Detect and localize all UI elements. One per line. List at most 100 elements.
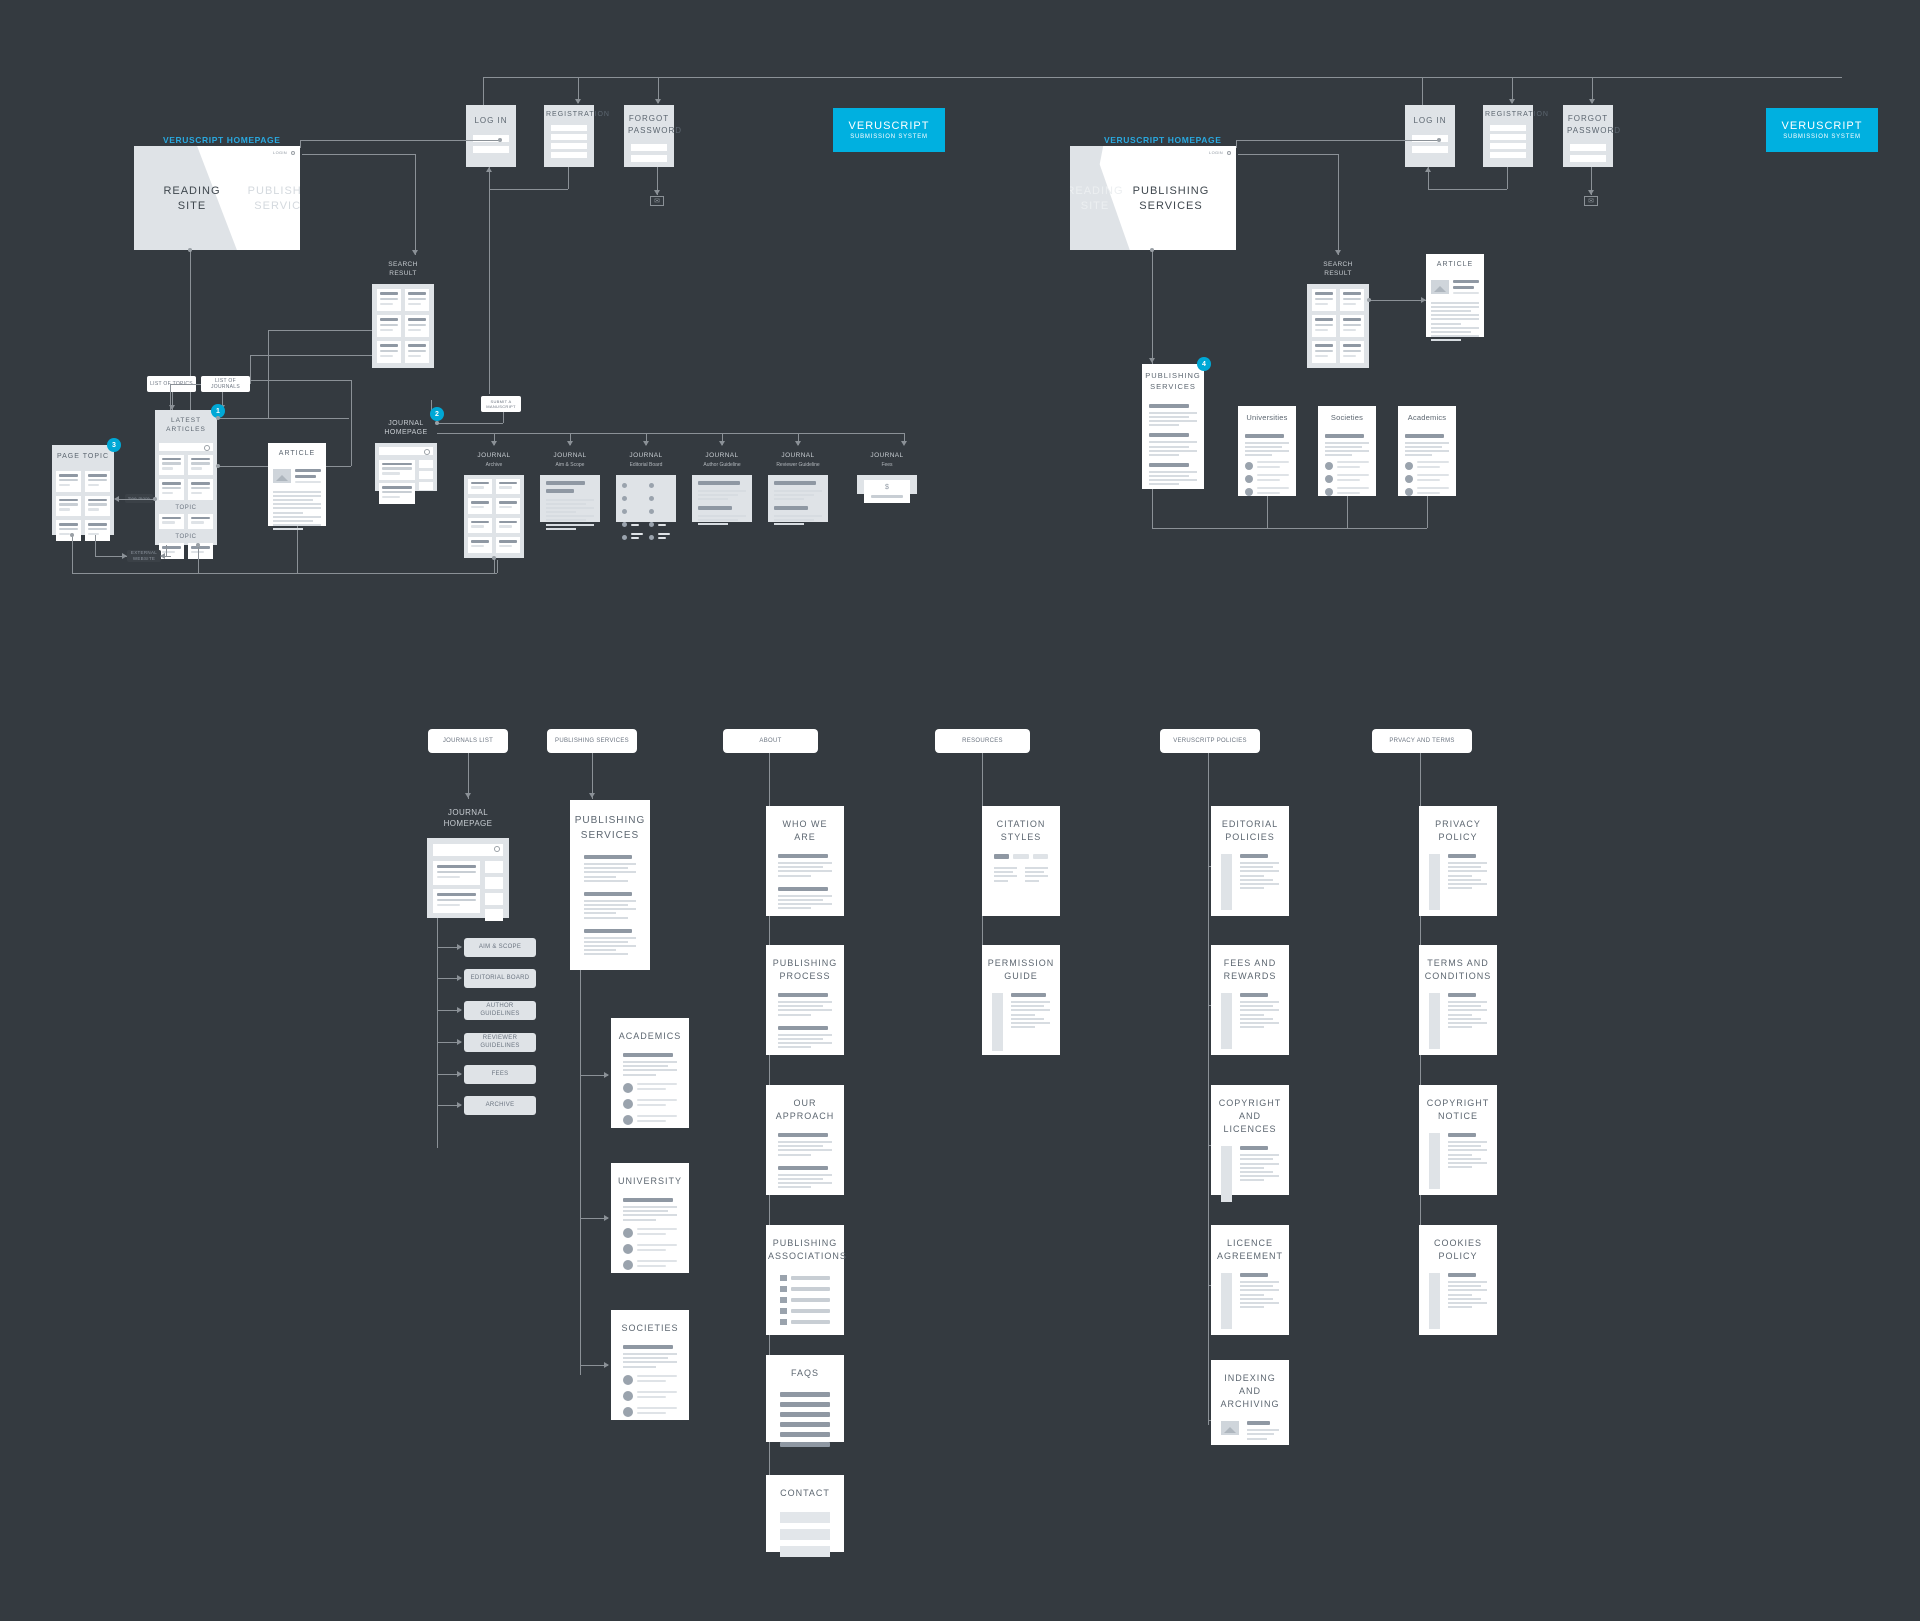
sitemap-cookies-policy-card[interactable]: COOKIES POLICY (1419, 1225, 1497, 1335)
publishing-services-homepage-mock[interactable]: LOGIN READING SITE PUBLISHING SERVICES (1070, 146, 1236, 250)
list-item[interactable] (780, 1275, 830, 1282)
input-placeholder[interactable] (1490, 134, 1526, 141)
sitemap-who-we-are-card[interactable]: WHO WE ARE (766, 806, 844, 916)
list-item[interactable] (780, 1319, 830, 1326)
sitemap-terms-and-conditions-card[interactable]: TERMS AND CONDITIONS (1419, 945, 1497, 1055)
list-item[interactable] (780, 1297, 830, 1304)
list-item[interactable] (1245, 474, 1289, 483)
tab[interactable] (1032, 854, 1048, 860)
sitemap-copyright-notice-card[interactable]: COPYRIGHT NOTICE (1419, 1085, 1497, 1195)
list-item[interactable] (1312, 340, 1336, 363)
journal-child-editorial-board[interactable]: EDITORIAL BOARD (464, 969, 536, 988)
societies-card[interactable]: Societies (1318, 406, 1376, 496)
sidebar-nav[interactable] (1429, 1273, 1440, 1330)
section-journals-list[interactable]: JOURNALS LIST (428, 729, 508, 753)
list-item[interactable] (623, 1114, 677, 1125)
journal-archive-card[interactable]: JOURNAL Archive (464, 447, 524, 558)
list-item[interactable] (379, 459, 415, 481)
search-input[interactable] (433, 843, 503, 856)
input-placeholder[interactable] (1570, 155, 1606, 163)
registration-card[interactable]: REGISTRATION (1483, 105, 1548, 167)
list-item[interactable] (780, 1286, 830, 1293)
list-item[interactable] (56, 471, 81, 492)
pill-external-website[interactable]: EXTERNAL WEBSITE (127, 550, 161, 562)
search-icon[interactable] (291, 150, 295, 155)
list-item[interactable] (496, 517, 520, 534)
section-resources[interactable]: RESOURCES (935, 729, 1030, 753)
search-input[interactable] (379, 446, 433, 455)
list-item[interactable] (188, 543, 213, 559)
sidebar-tile[interactable] (419, 470, 433, 479)
sitemap-indexing-and-archiving-card[interactable]: INDEXING AND ARCHIVING (1211, 1360, 1289, 1445)
journal-aim-scope-card[interactable]: JOURNAL Aim & Scope (540, 447, 600, 530)
journal-fees-card[interactable]: JOURNAL Fees $ (857, 447, 917, 503)
journal-editorial-board-card[interactable]: JOURNAL Editorial Board (616, 447, 676, 540)
academics-card[interactable]: Academics (1398, 406, 1456, 496)
hero-topbar[interactable]: LOGIN (1209, 150, 1231, 155)
list-item[interactable] (623, 1098, 677, 1109)
list-item[interactable] (623, 1082, 677, 1093)
section-privacy-and-terms[interactable]: PRVACY AND TERMS (1372, 729, 1472, 753)
input-placeholder[interactable] (1490, 143, 1526, 150)
input-placeholder[interactable] (1490, 125, 1526, 132)
journal-homepage-card[interactable]: JOURNAL HOMEPAGE 2 (375, 407, 444, 504)
input-placeholder[interactable] (780, 1529, 830, 1541)
list-item[interactable] (496, 537, 520, 553)
input-placeholder[interactable] (1490, 152, 1526, 159)
list-item[interactable] (188, 454, 213, 476)
list-item[interactable] (780, 1308, 830, 1315)
login-label[interactable]: LOGIN (1209, 150, 1223, 155)
sidebar-nav[interactable] (1429, 1133, 1440, 1190)
list-item[interactable] (468, 478, 492, 495)
sitemap-contact-card[interactable]: CONTACT (766, 1475, 844, 1558)
section-publishing-services[interactable]: PUBLISHING SERVICES (547, 729, 637, 753)
list-item[interactable] (405, 314, 429, 337)
list-item[interactable] (1405, 461, 1449, 470)
input-placeholder[interactable] (1412, 145, 1448, 153)
reading-site-homepage-mock[interactable]: LOGIN READINGSITE PUBLISHINGSERVICES (134, 146, 300, 250)
list-item[interactable] (56, 520, 81, 541)
list-item[interactable] (623, 1243, 677, 1254)
sitemap-privacy-policy-card[interactable]: PRIVACY POLICY (1419, 806, 1497, 916)
sitemap-publishing-services-card[interactable]: PUBLISHING SERVICES (570, 800, 650, 970)
pill-submit-manuscript[interactable]: SUBMIT A MANUSCRIPT (481, 396, 521, 412)
list-item[interactable] (623, 1259, 677, 1270)
article-card[interactable]: ARTICLE (1426, 254, 1484, 342)
tab-active[interactable] (994, 854, 1010, 860)
section-about[interactable]: ABOUT (723, 729, 818, 753)
sidebar-tile[interactable] (485, 908, 503, 921)
sidebar-nav[interactable] (1429, 854, 1440, 911)
sitemap-our-approach-card[interactable]: OUR APPROACH (766, 1085, 844, 1195)
input-placeholder[interactable] (551, 143, 587, 150)
list-item[interactable] (159, 454, 184, 476)
journal-child-fees[interactable]: FEES (464, 1065, 536, 1084)
sidebar-nav[interactable] (1429, 993, 1440, 1050)
list-item[interactable] (623, 1227, 677, 1238)
sidebar-nav[interactable] (1221, 854, 1232, 911)
journal-author-guideline-card[interactable]: JOURNAL Author Guideline (692, 447, 752, 526)
list-item[interactable] (468, 537, 492, 553)
list-item[interactable] (468, 517, 492, 534)
list-item[interactable] (623, 1374, 677, 1385)
input-placeholder[interactable] (780, 1546, 830, 1558)
submission-system-cta[interactable]: VERUSCRIPT SUBMISSION SYSTEM (833, 108, 945, 152)
list-item[interactable] (85, 471, 110, 492)
sitemap-permission-guide-card[interactable]: PERMISSION GUIDE (982, 945, 1060, 1055)
submission-system-cta[interactable]: VERUSCRIPT SUBMISSION SYSTEM (1766, 108, 1878, 152)
sitemap-societies-card[interactable]: SOCIETIES (611, 1310, 689, 1420)
sidebar-tile[interactable] (419, 481, 433, 490)
list-item[interactable] (1405, 474, 1449, 483)
list-item[interactable] (433, 888, 480, 913)
forgot-password-card[interactable]: FORGOT PASSWORD (1563, 105, 1620, 167)
input-placeholder[interactable] (473, 145, 509, 153)
list-item[interactable] (623, 1390, 677, 1401)
list-item[interactable] (377, 288, 401, 311)
sidebar-nav[interactable] (1221, 1273, 1232, 1330)
sitemap-citation-styles-card[interactable]: CITATION STYLES (982, 806, 1060, 916)
sidebar-nav[interactable] (1221, 1146, 1232, 1203)
list-item[interactable] (1312, 314, 1336, 337)
pill-list-of-journals[interactable]: LIST OF JOURNALS (201, 376, 250, 392)
list-item[interactable] (159, 513, 184, 530)
journal-child-reviewer-guidelines[interactable]: REVIEWER GUIDELINES (464, 1033, 536, 1052)
latest-articles-card[interactable]: LATEST ARTICLES TOPIC TOPIC 1 (155, 404, 225, 559)
